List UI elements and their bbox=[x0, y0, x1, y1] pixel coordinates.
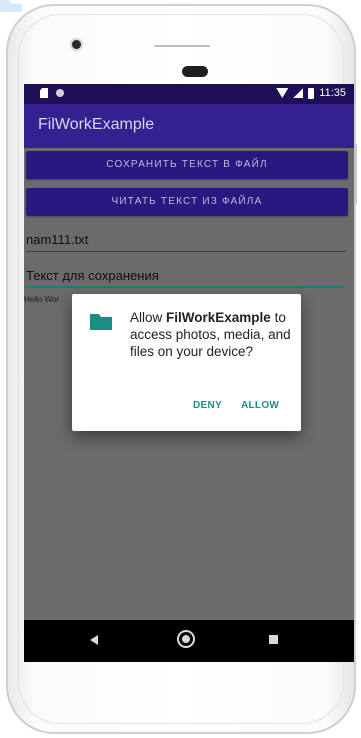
allow-button[interactable]: ALLOW bbox=[241, 400, 279, 411]
hello-world-label: Hello Wor bbox=[24, 295, 59, 304]
status-bar: 11:35 bbox=[24, 84, 354, 104]
page: 11:35 FilWorkExample СОХРАНИТЬ ТЕКСТ В Ф… bbox=[0, 0, 361, 738]
status-time: 11:35 bbox=[319, 87, 346, 99]
read-text-from-file-button[interactable]: ЧИТАТЬ ТЕКСТ ИЗ ФАЙЛА bbox=[26, 188, 348, 216]
earpiece-speaker bbox=[154, 45, 210, 47]
power-button[interactable] bbox=[354, 144, 357, 204]
filename-value: nam111.txt bbox=[26, 232, 89, 247]
permission-app-name: FilWorkExample bbox=[166, 310, 271, 325]
status-left-icons bbox=[40, 88, 64, 98]
folder-icon bbox=[0, 0, 22, 12]
permission-dialog: Allow FilWorkExample to access photos, m… bbox=[72, 294, 301, 431]
status-right-icons: 11:35 bbox=[276, 87, 346, 99]
deny-button[interactable]: DENY bbox=[193, 400, 222, 411]
recents-square-icon[interactable] bbox=[269, 635, 278, 644]
save-text-to-file-button[interactable]: СОХРАНИТЬ ТЕКСТ В ФАЙЛ bbox=[26, 151, 348, 179]
app-bar: FilWorkExample bbox=[24, 104, 354, 148]
permission-message-prefix: Allow bbox=[130, 310, 167, 325]
battery-icon bbox=[308, 87, 315, 99]
notification-dot-icon bbox=[56, 89, 64, 97]
wifi-icon bbox=[276, 88, 289, 98]
text-to-save-value: Текст для сохранения bbox=[26, 268, 159, 283]
folder-icon bbox=[90, 314, 112, 330]
text-to-save-field[interactable]: Текст для сохранения bbox=[26, 264, 346, 288]
filename-field[interactable]: nam111.txt bbox=[26, 228, 346, 252]
device-screen: 11:35 FilWorkExample СОХРАНИТЬ ТЕКСТ В Ф… bbox=[24, 84, 354, 662]
app-title: FilWorkExample bbox=[38, 116, 155, 133]
permission-message: Allow FilWorkExample to access photos, m… bbox=[130, 309, 294, 360]
proximity-sensor bbox=[182, 66, 208, 77]
front-camera bbox=[72, 40, 81, 49]
navigation-bar bbox=[24, 620, 354, 662]
home-circle-icon[interactable] bbox=[177, 630, 195, 648]
sim-card-icon bbox=[40, 88, 48, 98]
back-triangle-icon[interactable] bbox=[90, 635, 98, 645]
cell-signal-icon bbox=[293, 88, 304, 98]
